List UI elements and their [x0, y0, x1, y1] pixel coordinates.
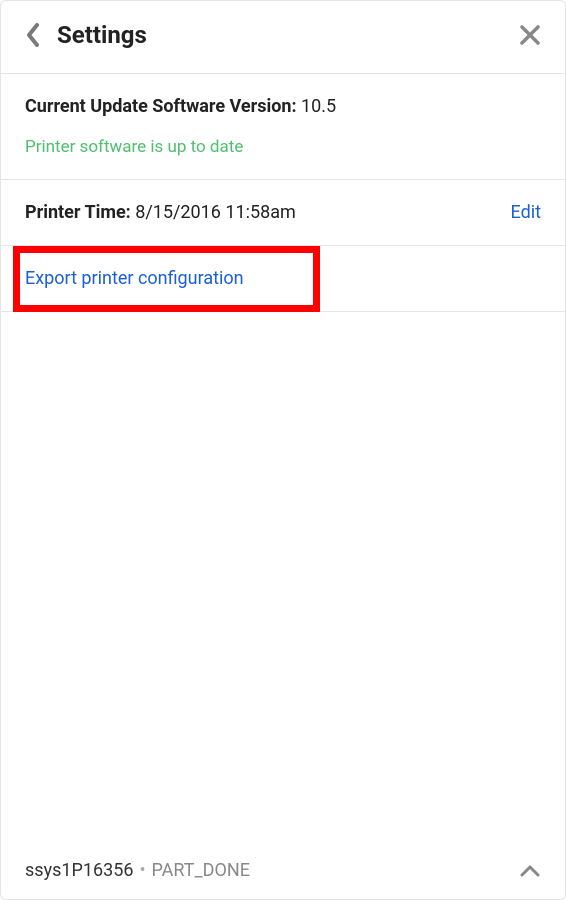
edit-time-link[interactable]: Edit: [511, 202, 541, 223]
time-left: Printer Time: 8/15/2016 11:58am: [25, 202, 296, 223]
separator-dot: •: [139, 860, 145, 881]
device-status: PART_DONE: [152, 860, 250, 881]
version-section: Current Update Software Version: 10.5 Pr…: [1, 74, 565, 180]
close-icon[interactable]: [519, 24, 541, 46]
settings-header: Settings: [1, 1, 565, 74]
device-id: ssys1P16356: [25, 860, 133, 881]
export-config-link[interactable]: Export printer configuration: [25, 268, 244, 289]
back-icon[interactable]: [25, 22, 41, 48]
chevron-up-icon[interactable]: [519, 864, 541, 878]
version-row: Current Update Software Version: 10.5: [25, 96, 541, 117]
footer-bar: ssys1P16356 • PART_DONE: [1, 842, 565, 899]
time-value: 8/15/2016 11:58am: [135, 202, 296, 223]
time-section: Printer Time: 8/15/2016 11:58am Edit: [1, 180, 565, 246]
version-label: Current Update Software Version:: [25, 96, 297, 117]
update-status: Printer software is up to date: [25, 137, 541, 157]
footer-left: ssys1P16356 • PART_DONE: [25, 860, 250, 881]
page-title: Settings: [57, 21, 147, 49]
time-label: Printer Time:: [25, 202, 131, 223]
version-value: 10.5: [301, 96, 336, 117]
export-section: Export printer configuration: [1, 246, 565, 312]
header-left: Settings: [25, 21, 147, 49]
